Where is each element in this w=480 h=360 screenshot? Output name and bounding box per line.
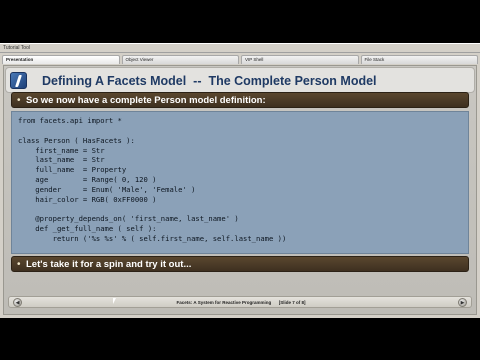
next-slide-icon[interactable]: ▶ bbox=[458, 298, 467, 307]
tab-bar: Presentation Object Viewer VIP Shell Fil… bbox=[0, 55, 480, 64]
bullet-text: Let's take it for a spin and try it out.… bbox=[26, 259, 192, 270]
window-title: Tutorial Tool bbox=[3, 45, 30, 51]
mouse-cursor-icon bbox=[113, 298, 116, 304]
code-block: from facets.api import * class Person ( … bbox=[11, 111, 469, 254]
title-bar: Tutorial Tool bbox=[0, 44, 480, 53]
bullet-icon: • bbox=[17, 259, 21, 270]
facets-logo-icon bbox=[10, 72, 27, 89]
bullet-icon: • bbox=[17, 95, 21, 106]
status-text: Facets: A System for Reactive Programmin… bbox=[176, 300, 306, 305]
slide-header: Defining A Facets Model -- The Complete … bbox=[5, 67, 475, 93]
tab-file-stack[interactable]: File Stack bbox=[360, 55, 478, 64]
tab-presentation[interactable]: Presentation bbox=[2, 55, 120, 64]
bullet-text: So we now have a complete Person model d… bbox=[26, 95, 266, 106]
tab-vip-shell[interactable]: VIP Shell bbox=[241, 55, 359, 64]
slide-title: Defining A Facets Model -- The Complete … bbox=[42, 74, 377, 88]
tab-object-viewer[interactable]: Object Viewer bbox=[121, 55, 239, 64]
bullet-complete-person-model: • So we now have a complete Person model… bbox=[11, 92, 469, 108]
bullet-try-it-out: • Let's take it for a spin and try it ou… bbox=[11, 256, 469, 272]
status-bar: ◀ Facets: A System for Reactive Programm… bbox=[8, 296, 472, 308]
code-text: from facets.api import * class Person ( … bbox=[18, 116, 287, 244]
